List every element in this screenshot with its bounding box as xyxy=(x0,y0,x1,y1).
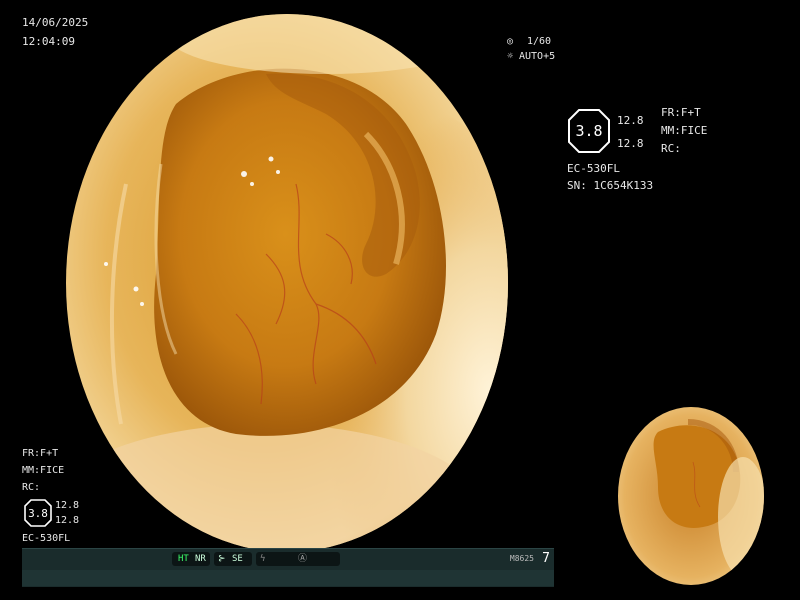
flash-record-indicator: ϟ Ⓐ xyxy=(256,552,340,566)
left-hex-value: 3.8 xyxy=(28,506,48,520)
left-fr-label: FR:F+T xyxy=(22,448,59,459)
right-fr-label: FR:F+T xyxy=(661,106,701,119)
se-indicator: ⊱ SE xyxy=(214,552,252,566)
ht-label: HT xyxy=(178,554,189,564)
flash-icon: ϟ xyxy=(260,554,266,564)
right-rc-label: RC: xyxy=(661,142,681,155)
right-mm-label: MM:FICE xyxy=(661,124,708,137)
enhance-icon: ⊱ xyxy=(218,554,226,564)
status-bar-lower xyxy=(22,570,554,586)
nr-label: NR xyxy=(195,554,206,564)
right-value-a: 12.8 xyxy=(617,114,644,127)
left-scope-model: EC-530FL xyxy=(22,533,71,544)
left-hex-badge: 3.8 xyxy=(24,499,52,527)
right-hex-badge: 3.8 xyxy=(568,109,610,153)
endoscope-main-view xyxy=(66,14,508,552)
left-value-b: 12.8 xyxy=(55,515,80,526)
right-serial: SN: 1C654K133 xyxy=(567,179,654,192)
endoscope-pip-view xyxy=(618,407,764,585)
left-rc-label: RC: xyxy=(22,482,41,493)
time-label: 12:04:09 xyxy=(22,35,75,48)
channel-number: 7 xyxy=(542,551,550,566)
record-icon: Ⓐ xyxy=(298,554,308,564)
right-hex-value: 3.8 xyxy=(575,122,603,140)
left-mm-label: MM:FICE xyxy=(22,465,65,476)
shutter-label: 1/60 xyxy=(527,36,552,47)
shutter-icon: ◎ xyxy=(507,36,514,47)
auto-exposure-icon: ☼ xyxy=(507,51,514,62)
ht-nr-indicator: HT NR xyxy=(172,552,210,566)
auto-exposure-label: AUTO+5 xyxy=(519,51,556,62)
status-bar: HT NR ⊱ SE ϟ Ⓐ M8625 7 xyxy=(22,548,554,587)
right-scope-model: EC-530FL xyxy=(567,162,620,175)
left-value-a: 12.8 xyxy=(55,500,80,511)
se-label: SE xyxy=(232,554,243,564)
date-label: 14/06/2025 xyxy=(22,16,89,29)
right-value-b: 12.8 xyxy=(617,137,644,150)
model-code: M8625 xyxy=(509,554,534,563)
